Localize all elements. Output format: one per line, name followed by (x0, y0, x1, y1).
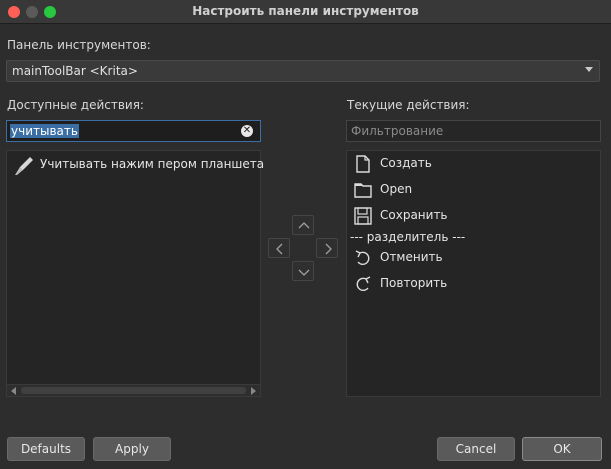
chevron-left-icon (276, 243, 283, 255)
toolbar-label: Панель инструментов: (7, 38, 151, 52)
chevron-up-icon (298, 222, 310, 229)
toolbar-select[interactable]: mainToolBar <Krita> (6, 60, 600, 82)
available-search-input[interactable]: учитывать ✕ (6, 120, 261, 142)
chevron-down-icon (585, 67, 593, 72)
toolbar-select-value: mainToolBar <Krita> (12, 64, 138, 78)
save-icon (353, 206, 373, 226)
available-actions-list[interactable]: Учитывать нажим пером планшета (6, 150, 264, 397)
folder-icon (353, 180, 373, 200)
chevron-right-icon (325, 243, 332, 255)
defaults-button[interactable]: Defaults (7, 437, 85, 461)
available-search-value: учитывать (10, 124, 79, 138)
list-item-label: Создать (380, 156, 432, 170)
title-bar: Настроить панели инструментов (0, 0, 611, 24)
move-right-button[interactable] (316, 238, 338, 258)
pen-pressure-icon (13, 155, 33, 175)
move-left-button[interactable] (268, 238, 290, 258)
window-title: Настроить панели инструментов (192, 4, 419, 18)
cancel-button[interactable]: Cancel (437, 437, 515, 461)
ok-button[interactable]: OK (522, 437, 602, 461)
current-filter-input[interactable]: Фильтрование (346, 120, 601, 142)
redo-icon (353, 274, 373, 294)
list-item-label: Open (380, 182, 413, 196)
undo-icon (353, 248, 373, 268)
list-item[interactable]: Создать (347, 152, 600, 176)
scroll-left-icon[interactable] (11, 387, 16, 395)
list-item[interactable]: Сохранить (347, 204, 600, 228)
list-item-label: Сохранить (380, 208, 448, 222)
list-item-label: Повторить (380, 276, 448, 290)
current-actions-label: Текущие действия: (347, 98, 470, 112)
move-down-button[interactable] (292, 261, 314, 281)
list-item[interactable]: Open (347, 178, 600, 202)
list-item-label: Учитывать нажим пером планшета (40, 157, 265, 171)
move-up-button[interactable] (292, 215, 314, 235)
apply-button[interactable]: Apply (93, 437, 171, 461)
current-filter-placeholder: Фильтрование (351, 124, 444, 138)
clear-icon[interactable]: ✕ (241, 125, 253, 137)
chevron-down-icon (298, 269, 310, 276)
list-item-label: Отменить (380, 250, 443, 264)
list-item-label: --- разделитель --- (350, 230, 466, 244)
list-item[interactable]: Повторить (347, 272, 600, 296)
list-item[interactable]: Учитывать нажим пером планшета (7, 153, 264, 177)
horizontal-scrollbar[interactable] (7, 384, 260, 396)
available-actions-label: Доступные действия: (7, 98, 144, 112)
current-actions-list[interactable]: Создать Open Сохранить --- разделитель -… (346, 150, 601, 397)
new-document-icon (353, 154, 373, 174)
list-item[interactable]: Отменить (347, 246, 600, 270)
scrollbar-thumb[interactable] (21, 387, 246, 394)
separator-item[interactable]: --- разделитель --- (347, 229, 600, 245)
scroll-right-icon[interactable] (251, 387, 256, 395)
